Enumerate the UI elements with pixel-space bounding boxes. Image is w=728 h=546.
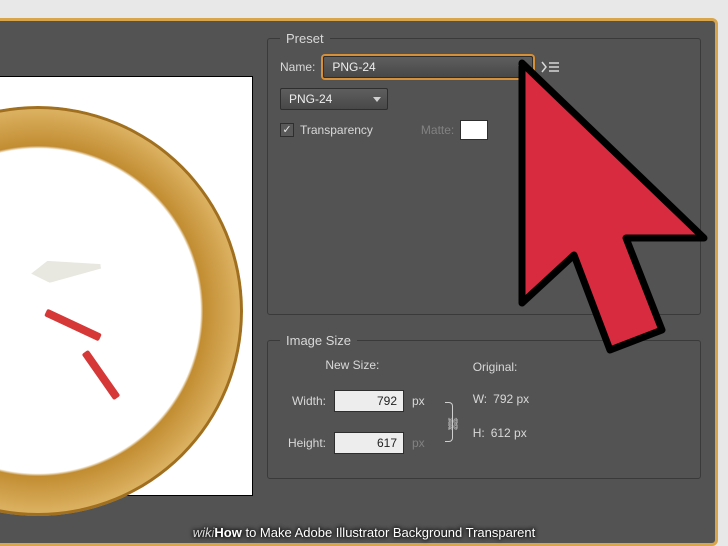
original-label: Original: <box>473 360 529 374</box>
watermark: wikiHow to Make Adobe Illustrator Backgr… <box>0 525 728 540</box>
image-size-legend: Image Size <box>280 333 357 348</box>
transparency-checkbox[interactable]: ✓ <box>280 123 294 137</box>
width-label: Width: <box>280 394 326 408</box>
preset-options-icon[interactable] <box>541 58 561 76</box>
preset-legend: Preset <box>280 31 330 46</box>
dialog-window: Preset Name: PNG-24 <box>0 18 718 546</box>
preset-name-dropdown[interactable]: PNG-24 <box>323 56 533 78</box>
preset-group: Preset Name: PNG-24 <box>267 31 701 315</box>
name-label: Name: <box>280 60 315 74</box>
height-input[interactable] <box>334 432 404 454</box>
preset-name-value: PNG-24 <box>332 60 375 74</box>
chevron-down-icon <box>518 65 526 70</box>
watermark-rest: to Make Adobe Illustrator Background Tra… <box>242 525 535 540</box>
format-dropdown[interactable]: PNG-24 <box>280 88 388 110</box>
height-label: Height: <box>280 436 326 450</box>
constrain-proportions-icon[interactable]: ⛓ <box>445 358 453 464</box>
image-size-group: Image Size New Size: Width: px Height: p… <box>267 333 701 479</box>
settings-panel: Preset Name: PNG-24 <box>253 21 715 543</box>
height-unit: px <box>412 436 425 450</box>
original-h-value: 612 px <box>491 426 527 440</box>
watermark-prefix: wiki <box>193 525 215 540</box>
transparency-label: Transparency <box>300 123 373 137</box>
matte-label: Matte: <box>421 123 454 137</box>
width-unit: px <box>412 394 425 408</box>
original-w-value: 792 px <box>493 392 529 406</box>
format-value: PNG-24 <box>289 92 332 106</box>
width-input[interactable] <box>334 390 404 412</box>
new-size-label: New Size: <box>280 358 425 372</box>
watermark-bold: How <box>214 525 241 540</box>
original-h-label: H: <box>473 426 485 440</box>
canvas-preview <box>0 21 253 543</box>
matte-swatch[interactable] <box>460 120 488 140</box>
original-w-label: W: <box>473 392 487 406</box>
chevron-down-icon <box>373 97 381 102</box>
